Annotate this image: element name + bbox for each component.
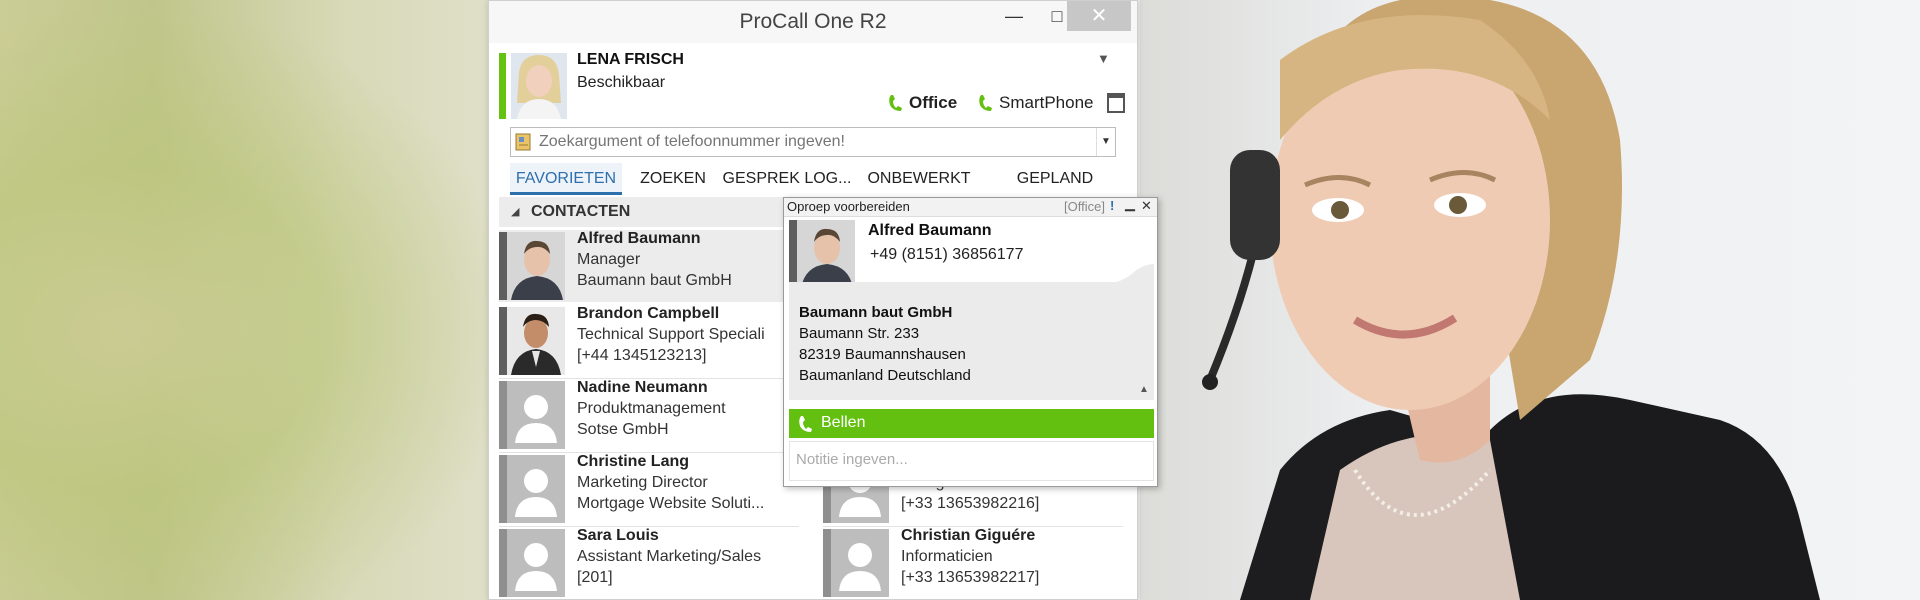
contact-company: Baumann baut GmbH: [577, 272, 732, 289]
contact-company: Mortgage Website Soluti...: [577, 495, 765, 512]
contact-name: Christine Lang: [577, 453, 690, 470]
phone-icon: [799, 416, 812, 432]
tab-bar: FAVORIETEN ZOEKEN GESPREK LOG... ONBEWER…: [510, 163, 1116, 195]
minimize-button[interactable]: —: [994, 1, 1034, 31]
chevron-up-icon[interactable]: ▲: [1139, 384, 1149, 395]
contact-card-sara-louis[interactable]: Sara Louis Assistant Marketing/Sales [20…: [499, 527, 799, 599]
popup-wave-decoration: [789, 264, 1154, 286]
contact-photo: [499, 232, 565, 300]
contact-photo-placeholder: [823, 529, 889, 597]
presence-status-bar: [499, 53, 506, 119]
popup-address-country: Baumanland Deutschland: [799, 367, 971, 384]
contact-phone: [+33 13653982216]: [901, 495, 1040, 512]
contact-photo: [499, 307, 565, 375]
close-button[interactable]: ✕: [1067, 1, 1131, 31]
contact-phone: [+44 1345123213]: [577, 347, 707, 364]
popup-title-bar: Oproep voorbereiden [Office] ! ▁ ✕: [784, 196, 1157, 217]
user-presence-panel: LENA FRISCH Beschikbaar ▼ Office SmartPh…: [499, 51, 1129, 123]
phone-icon: [889, 95, 902, 111]
note-field[interactable]: [789, 441, 1154, 481]
contact-title: Technical Support Speciali: [577, 326, 765, 343]
contact-photo-placeholder: [499, 455, 565, 523]
contact-name: Nadine Neumann: [577, 379, 708, 396]
contact-photo-placeholder: [499, 381, 565, 449]
section-label: CONTACTEN: [531, 203, 631, 220]
contact-card-icon: [515, 133, 531, 151]
tab-onbewerkt[interactable]: ONBEWERKT: [860, 163, 978, 195]
popup-address-street: Baumann Str. 233: [799, 325, 920, 342]
pin-icon[interactable]: !: [1110, 198, 1114, 213]
tab-gesprek-log[interactable]: GESPREK LOG...: [722, 163, 852, 195]
contact-card-brandon-campbell[interactable]: Brandon Campbell Technical Support Speci…: [499, 305, 799, 379]
contact-title: Informaticien: [901, 548, 993, 565]
tab-favorieten[interactable]: FAVORIETEN: [510, 163, 622, 195]
contact-photo-placeholder: [499, 529, 565, 597]
person-placeholder-icon: [499, 381, 565, 449]
note-input[interactable]: [796, 448, 1136, 470]
user-status[interactable]: Beschikbaar: [577, 74, 665, 92]
device-office-label: Office: [909, 93, 958, 112]
woman-with-headset-image: [1202, 0, 1820, 600]
search-dropdown-icon[interactable]: ▼: [1096, 128, 1115, 156]
tab-gepland[interactable]: GEPLAND: [1000, 163, 1110, 195]
contact-title: Marketing Director: [577, 474, 708, 491]
contact-name: Christian Giguére: [901, 527, 1036, 544]
search-input[interactable]: [539, 131, 1079, 153]
popup-company-name: Baumann baut GmbH: [799, 304, 953, 321]
contact-card-alfred-baumann[interactable]: Alfred Baumann Manager Baumann baut GmbH: [499, 230, 799, 302]
call-button-label: Bellen: [821, 414, 866, 431]
device-office-button[interactable]: Office: [887, 93, 957, 113]
person-photo-icon: [499, 307, 565, 375]
contact-card-nadine-neumann[interactable]: Nadine Neumann Produktmanagement Sotse G…: [499, 379, 799, 453]
title-bar: ProCall One R2 — □ ✕: [489, 1, 1137, 43]
contact-name: Brandon Campbell: [577, 305, 720, 322]
person-placeholder-icon: [823, 529, 889, 597]
tab-zoeken[interactable]: ZOEKEN: [630, 163, 716, 195]
device-smartphone-label: SmartPhone: [999, 93, 1094, 112]
search-box[interactable]: ▼: [510, 127, 1116, 157]
chevron-down-icon[interactable]: ▼: [1097, 51, 1110, 66]
prepare-call-popup: Oproep voorbereiden [Office] ! ▁ ✕ Alfre…: [783, 196, 1158, 487]
contact-title: Assistant Marketing/Sales: [577, 548, 762, 565]
popup-close-icon[interactable]: ✕: [1141, 198, 1152, 214]
user-name: LENA FRISCH: [577, 51, 684, 68]
popup-title: Oproep voorbereiden: [787, 199, 910, 214]
contact-phone: [+33 13653982217]: [901, 569, 1040, 586]
user-avatar[interactable]: [511, 53, 567, 119]
contact-company: Sotse GmbH: [577, 421, 669, 438]
collapse-triangle-icon: ◢: [511, 206, 520, 218]
contact-phone: [201]: [577, 569, 613, 586]
device-smartphone-button[interactable]: SmartPhone: [977, 93, 1094, 113]
contact-title: Manager: [577, 251, 641, 268]
person-photo-icon: [499, 232, 565, 300]
phone-icon: [979, 95, 992, 111]
contact-card-christine-lang[interactable]: Christine Lang Marketing Director Mortga…: [499, 453, 799, 527]
contact-name: Alfred Baumann: [577, 230, 701, 247]
contact-card-christian-giguere[interactable]: Christian Giguére Informaticien [+33 136…: [823, 527, 1123, 599]
popup-address-city: 82319 Baumannshausen: [799, 346, 966, 363]
popup-company-details: Baumann baut GmbH Baumann Str. 233 82319…: [789, 264, 1154, 400]
person-placeholder-icon: [499, 455, 565, 523]
call-button[interactable]: Bellen: [789, 409, 1154, 438]
popup-minimize-icon[interactable]: ▁: [1125, 196, 1135, 212]
user-avatar-photo-icon: [511, 53, 567, 119]
background-blur-left: [0, 0, 520, 600]
contact-name: Sara Louis: [577, 527, 659, 544]
contact-title: Produktmanagement: [577, 400, 726, 417]
person-placeholder-icon: [499, 529, 565, 597]
popup-contact-name: Alfred Baumann: [868, 222, 992, 239]
popup-device-label[interactable]: [Office]: [1064, 199, 1105, 214]
calendar-icon[interactable]: [1107, 93, 1125, 113]
